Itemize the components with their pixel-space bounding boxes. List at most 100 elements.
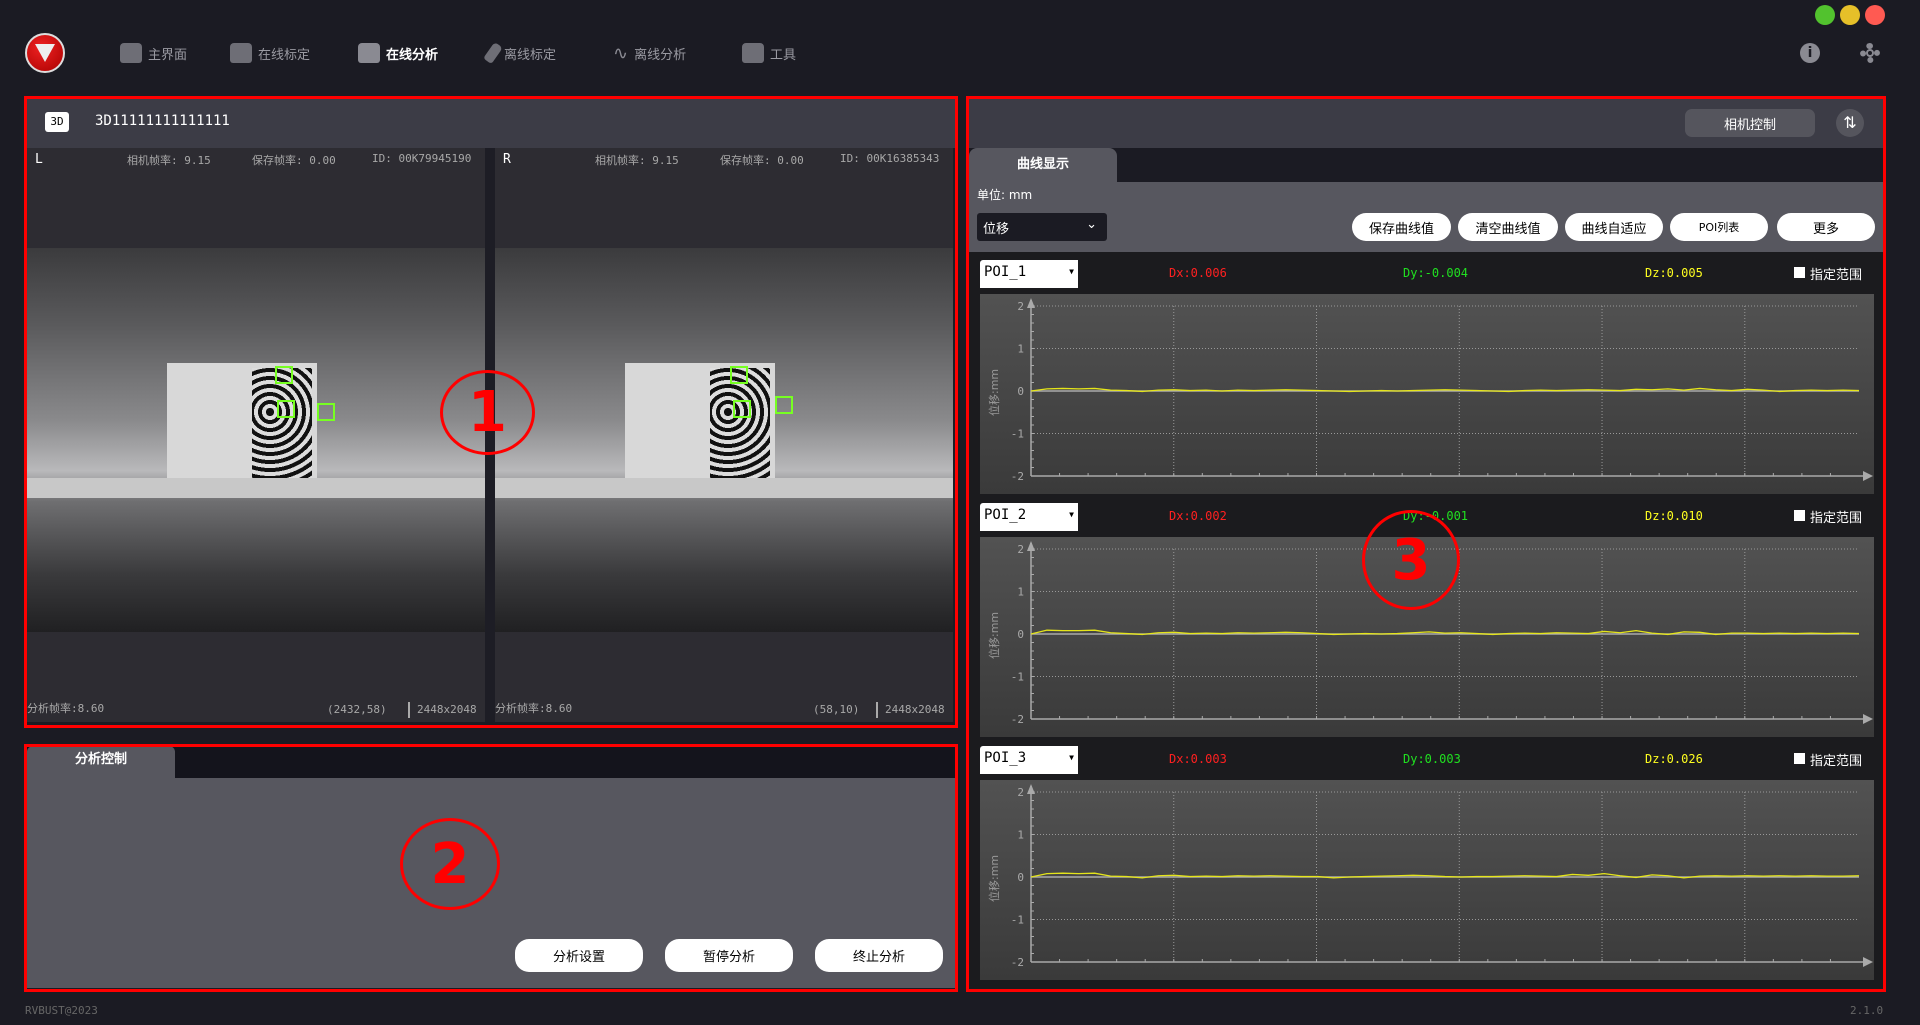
desk-edge bbox=[27, 478, 485, 498]
window-maximize-button[interactable] bbox=[1815, 5, 1835, 25]
nav-label: 在线标定 bbox=[258, 47, 311, 63]
displacement-chart[interactable]: 2 1 0 -1 -2 位移:mm bbox=[980, 294, 1874, 494]
tab-curve-display[interactable]: 曲线显示 bbox=[969, 148, 1117, 182]
app-logo bbox=[25, 33, 65, 73]
auto-fit-curve-button[interactable]: 曲线自适应 bbox=[1565, 213, 1663, 241]
mode-select[interactable]: 位移 ⌄ bbox=[977, 213, 1107, 241]
window-minimize-button[interactable] bbox=[1840, 5, 1860, 25]
y-tick-label: 1 bbox=[1017, 829, 1024, 842]
y-tick-label: 1 bbox=[1017, 586, 1024, 599]
dx-value: Dx:0.006 bbox=[1169, 266, 1227, 280]
offline-analysis-icon: ∿ bbox=[613, 42, 629, 64]
nav-offline-analysis[interactable]: ∿ 离线分析 bbox=[613, 40, 686, 66]
poi-select[interactable]: POI_2 ▼ bbox=[980, 503, 1078, 531]
dy-value: Dy:-0.004 bbox=[1403, 266, 1469, 280]
stop-analysis-button[interactable]: 终止分析 bbox=[815, 939, 943, 972]
annotation-circle-3: 3 bbox=[1362, 510, 1460, 610]
toolbox-icon bbox=[742, 43, 764, 63]
y-tick-label: 0 bbox=[1017, 628, 1024, 641]
cursor-coord: (58,10) bbox=[813, 703, 860, 716]
nav-online-calibration[interactable]: 在线标定 bbox=[230, 40, 310, 66]
info-icon[interactable]: i bbox=[1800, 43, 1820, 63]
analysis-fps: 分析帧率:8.60 bbox=[27, 702, 105, 715]
chart-background bbox=[980, 294, 1874, 494]
annotation-circle-2: 2 bbox=[400, 818, 500, 910]
analysis-fps: 分析帧率:8.60 bbox=[495, 702, 573, 715]
nav-label: 离线分析 bbox=[634, 47, 687, 63]
range-checkbox[interactable] bbox=[1794, 267, 1805, 278]
poi-header-row: POI_3 ▼ Dx:0.003 Dy:0.003 Dz:0.026 指定范围 bbox=[980, 744, 1874, 774]
camera-id: ID: 00K79945190 bbox=[372, 152, 472, 165]
offline-calibration-icon bbox=[483, 41, 503, 65]
save-fps: 保存帧率: 0.00 bbox=[720, 154, 804, 167]
dx-value: Dx:0.002 bbox=[1169, 509, 1227, 523]
camera-fps: 相机帧率: 9.15 bbox=[127, 154, 211, 167]
nav-offline-calibration[interactable]: 离线标定 bbox=[483, 40, 557, 66]
range-checkbox[interactable] bbox=[1794, 510, 1805, 521]
y-tick-label: 2 bbox=[1017, 300, 1024, 313]
right-camera-view[interactable]: R 相机帧率: 9.15 保存帧率: 0.00 ID: 00K16385343 … bbox=[495, 148, 953, 722]
online-analysis-icon bbox=[358, 43, 380, 63]
y-tick-label: 0 bbox=[1017, 871, 1024, 884]
tab-analysis-control[interactable]: 分析控制 bbox=[27, 746, 175, 778]
y-tick-label: -2 bbox=[1011, 956, 1024, 969]
range-label: 指定范围 bbox=[1810, 511, 1863, 526]
calibration-pattern bbox=[252, 368, 312, 478]
dx-value: Dx:0.003 bbox=[1169, 752, 1227, 766]
nav-label: 工具 bbox=[770, 47, 797, 63]
3d-badge: 3D bbox=[45, 112, 69, 132]
image-resolution: 2448x2048 bbox=[885, 703, 945, 716]
nav-tools[interactable]: 工具 bbox=[742, 40, 796, 66]
range-checkbox[interactable] bbox=[1794, 753, 1805, 764]
save-curve-button[interactable]: 保存曲线值 bbox=[1352, 213, 1451, 241]
dz-value: Dz:0.005 bbox=[1645, 266, 1703, 280]
y-tick-label: 2 bbox=[1017, 543, 1024, 556]
camera-control-button[interactable]: 相机控制 bbox=[1685, 109, 1815, 137]
y-tick-label: -1 bbox=[1011, 428, 1024, 441]
image-resolution: 2448x2048 bbox=[417, 703, 477, 716]
poi-select[interactable]: POI_3 ▼ bbox=[980, 746, 1078, 774]
poi-list-button[interactable]: POI列表 bbox=[1670, 213, 1768, 241]
left-camera-image bbox=[27, 248, 485, 632]
y-axis-label: 位移:mm bbox=[987, 612, 1001, 659]
pause-analysis-button[interactable]: 暂停分析 bbox=[665, 939, 793, 972]
nav-label: 在线分析 bbox=[386, 47, 439, 63]
dz-value: Dz:0.010 bbox=[1645, 509, 1703, 523]
y-axis-label: 位移:mm bbox=[987, 369, 1001, 416]
online-calibration-icon bbox=[230, 43, 252, 63]
chart-background bbox=[980, 780, 1874, 980]
y-tick-label: 2 bbox=[1017, 786, 1024, 799]
poi-select-value: POI_1 bbox=[984, 264, 1027, 280]
displacement-chart[interactable]: 2 1 0 -1 -2 位移:mm bbox=[980, 780, 1874, 980]
dy-value: Dy:0.003 bbox=[1403, 752, 1461, 766]
poi-select-value: POI_2 bbox=[984, 507, 1027, 523]
poi-select-value: POI_3 bbox=[984, 750, 1027, 766]
dropdown-arrow-icon: ▼ bbox=[1069, 267, 1074, 276]
poi-marker bbox=[730, 366, 748, 384]
cursor-coord: (2432,58) bbox=[327, 703, 387, 716]
nav-home[interactable]: 主界面 bbox=[120, 40, 187, 66]
poi-header-row: POI_1 ▼ Dx:0.006 Dy:-0.004 Dz:0.005 指定范围 bbox=[980, 258, 1874, 288]
window-close-button[interactable] bbox=[1865, 5, 1885, 25]
poi-marker bbox=[733, 400, 751, 418]
nav-label: 离线标定 bbox=[504, 47, 557, 63]
camera-panel-header: 3D 3D11111111111111 bbox=[27, 99, 955, 148]
range-label: 指定范围 bbox=[1810, 754, 1863, 769]
clear-curve-button[interactable]: 清空曲线值 bbox=[1458, 213, 1558, 241]
y-axis-label: 位移:mm bbox=[987, 855, 1001, 902]
analysis-settings-button[interactable]: 分析设置 bbox=[515, 939, 643, 972]
poi-select[interactable]: POI_1 ▼ bbox=[980, 260, 1078, 288]
nav-online-analysis[interactable]: 在线分析 bbox=[358, 40, 438, 66]
settings-gear-icon[interactable] bbox=[1860, 43, 1880, 63]
home-icon bbox=[120, 43, 142, 63]
left-camera-view[interactable]: L 相机帧率: 9.15 保存帧率: 0.00 ID: 00K79945190 … bbox=[27, 148, 485, 722]
camera-title: 3D11111111111111 bbox=[95, 113, 230, 129]
y-tick-label: 1 bbox=[1017, 343, 1024, 356]
right-camera-image bbox=[495, 248, 953, 632]
y-tick-label: -2 bbox=[1011, 470, 1024, 483]
more-button[interactable]: 更多 bbox=[1777, 213, 1875, 241]
chevron-down-icon: ⌄ bbox=[1086, 217, 1097, 232]
copyright: RVBUST@2023 bbox=[25, 1004, 98, 1017]
refresh-icon[interactable]: ⇅ bbox=[1836, 109, 1864, 137]
camera-side-label: L bbox=[35, 152, 43, 167]
